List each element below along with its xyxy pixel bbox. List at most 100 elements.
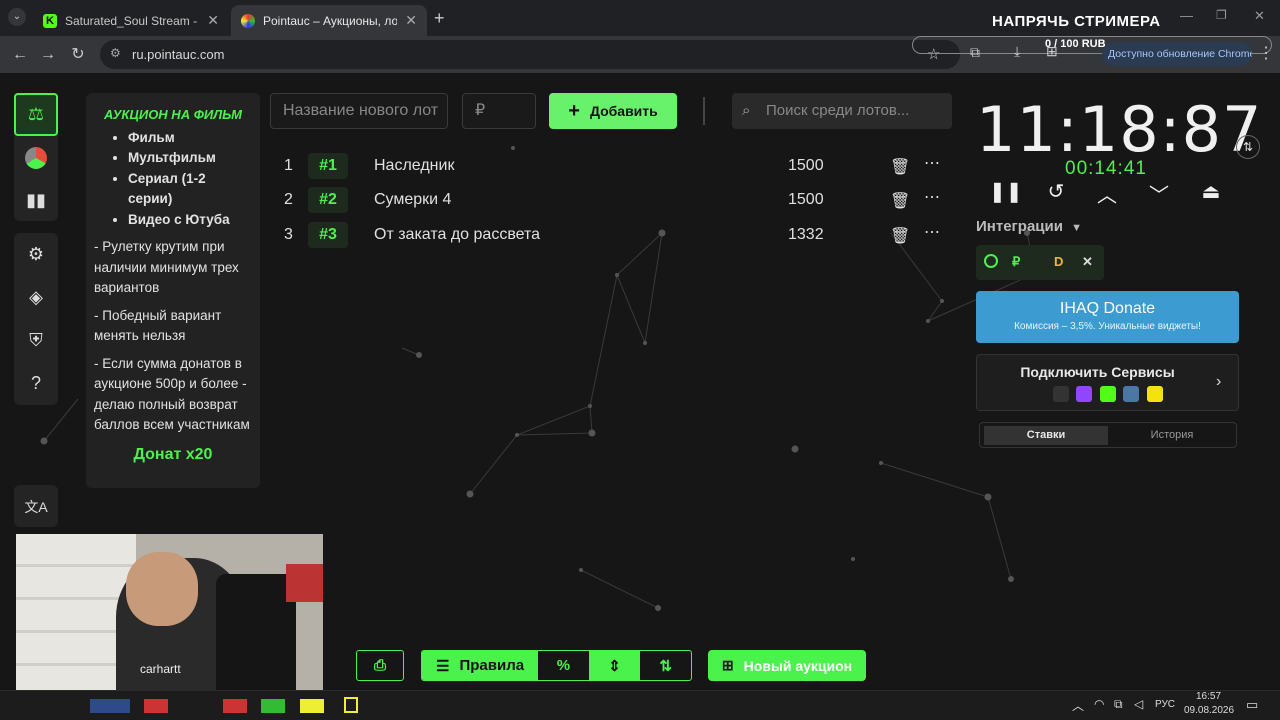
tray-icon[interactable]: ⧉ <box>1114 697 1123 712</box>
layers-icon[interactable]: ◈ <box>14 276 58 319</box>
tab-bids[interactable]: Ставки <box>984 426 1108 445</box>
lot-row[interactable]: 1 #1 Наследник 1500 🗑 ⋯ <box>270 149 950 183</box>
donatepay-icon[interactable]: D <box>1054 254 1063 269</box>
update-chrome-button[interactable]: Доступно обновление Chrome <box>1102 42 1252 66</box>
gear-icon[interactable]: ⚙ <box>14 233 58 276</box>
download-icon[interactable]: ⤓ <box>1014 43 1020 60</box>
webcam-feed: carhartt <box>16 534 323 690</box>
taskbar-app-icon[interactable] <box>222 699 247 713</box>
more-icon[interactable]: ⋯ <box>924 153 940 173</box>
twitch-icon <box>1076 386 1093 402</box>
tab-pointauc[interactable]: Pointauc – Аукционы, лотереи ✕ <box>231 5 427 36</box>
ihaq-donate-subtitle: Комиссия – 3,5%. Уникальные виджеты! <box>1014 321 1201 332</box>
tab-search-button[interactable]: ⌄ <box>8 8 26 26</box>
volume-icon[interactable]: ◁ <box>1134 697 1143 711</box>
omnibox[interactable]: ⚙ ru.pointauc.com ☆ <box>100 40 960 69</box>
help-icon[interactable]: ? <box>14 362 58 405</box>
stats-icon[interactable]: ▮▮ <box>14 179 58 222</box>
donate-multiplier: Донат x20 <box>133 445 213 463</box>
wifi-icon[interactable]: ◠ <box>1094 697 1104 711</box>
tab-close-icon[interactable]: ✕ <box>405 12 417 29</box>
integrations-toggle[interactable]: Интеграции ▼ <box>976 218 1082 235</box>
save-button[interactable]: ⎙ <box>356 650 404 681</box>
trash-icon[interactable]: 🗑 <box>890 191 910 211</box>
tab-history[interactable]: История <box>1110 426 1234 445</box>
ihaq-donate-banner[interactable]: IHAQ Donate Комиссия – 3,5%. Уникальные … <box>976 291 1239 343</box>
back-icon[interactable]: ← <box>8 43 32 67</box>
rules-item: Видео с Ютуба <box>128 210 252 231</box>
language-indicator[interactable]: РУС <box>1155 699 1175 710</box>
more-icon[interactable]: ⋯ <box>924 187 940 207</box>
site-info-icon[interactable]: ⚙ <box>110 46 121 60</box>
service-icons <box>1053 386 1163 407</box>
new-auction-button[interactable]: ⊞ Новый аукцион <box>708 650 866 681</box>
lot-row[interactable]: 3 #3 От заката до рассвета 1332 🗑 ⋯ <box>270 218 950 252</box>
pointauc-service-icon[interactable]: ₽ <box>1012 254 1020 270</box>
restart-icon[interactable]: ↺ <box>1041 179 1071 204</box>
chair <box>216 574 296 690</box>
extensions-icon[interactable]: ⧉ <box>970 44 980 61</box>
auction-toolbar: ☰ Правила % ⇕ ⇅ <box>421 650 692 681</box>
chevron-down-icon[interactable]: ﹀ <box>1144 179 1174 208</box>
rules-button-label: Правила <box>459 657 525 674</box>
clock-date[interactable]: 09.08.2026 <box>1184 705 1234 716</box>
lot-name: Сумерки 4 <box>374 191 452 208</box>
donationalerts-icon <box>1053 386 1069 402</box>
menu-icon[interactable]: ⋮ <box>1258 43 1274 63</box>
reload-icon[interactable]: ↻ <box>66 43 90 67</box>
lot-search-input[interactable]: ⌕ Поиск среди лотов... <box>732 93 952 129</box>
tab-close-icon[interactable]: ✕ <box>207 12 219 29</box>
connect-services-card[interactable]: Подключить Сервисы › <box>976 354 1239 411</box>
lot-amount: 1500 <box>788 191 824 208</box>
clock-time[interactable]: 16:57 <box>1196 691 1221 702</box>
tray-chevron-icon[interactable]: ︿ <box>1072 697 1084 714</box>
radio-icon[interactable] <box>984 254 998 268</box>
sub-timer: 00:14:41 <box>1065 158 1147 179</box>
search-icon: ⌕ <box>742 102 751 119</box>
close-window-button[interactable]: ✕ <box>1254 8 1265 24</box>
tab-stream[interactable]: K Saturated_Soul Stream - Watch ✕ <box>33 5 229 36</box>
rules-text: - Победный вариант менять нельзя <box>94 307 222 344</box>
split-button[interactable]: ⇕ <box>588 651 641 680</box>
taskbar-pinned-icon[interactable] <box>344 697 358 713</box>
chevron-top-icon[interactable]: ⏏ <box>1196 179 1226 204</box>
new-auction-label: Новый аукцион <box>743 657 853 674</box>
chevron-up-icon[interactable]: ︿ <box>1092 179 1122 208</box>
minimize-button[interactable]: — <box>1180 8 1193 23</box>
translate-button[interactable]: 文A <box>14 485 58 527</box>
lot-row[interactable]: 2 #2 Сумерки 4 1500 🗑 ⋯ <box>270 183 950 217</box>
more-icon[interactable]: ⋯ <box>924 222 940 242</box>
overlay-title: НАПРЯЧЬ СТРИМЕРА <box>992 13 1161 30</box>
rules-list: Фильм Мультфильм Сериал (1-2 серии) Виде… <box>128 128 252 231</box>
maximize-button[interactable]: ❐ <box>1216 8 1227 22</box>
pause-icon[interactable]: ❚❚ <box>989 179 1023 204</box>
share-icon[interactable]: ⊞ <box>1046 43 1058 60</box>
wheel-icon[interactable] <box>14 136 58 179</box>
lot-index: 3 <box>284 226 293 243</box>
lot-amount-input[interactable]: ₽ <box>462 93 536 129</box>
lot-tag: #3 <box>308 222 348 248</box>
bids-history-tabs: Ставки История <box>979 422 1237 448</box>
new-tab-button[interactable]: + <box>434 8 445 29</box>
trash-icon[interactable]: 🗑 <box>890 157 910 177</box>
x-icon[interactable]: ✕ <box>1082 254 1093 270</box>
connect-services-title: Подключить Сервисы <box>1020 364 1175 380</box>
notification-icon[interactable]: ▭ <box>1246 697 1258 713</box>
rules-button[interactable]: ☰ Правила <box>422 651 539 680</box>
taskbar-app-icon[interactable] <box>299 699 324 713</box>
add-lot-button[interactable]: + Добавить <box>549 93 677 129</box>
percent-button[interactable]: % <box>538 651 589 680</box>
forward-icon[interactable]: → <box>36 43 60 67</box>
new-auction-icon: ⊞ <box>721 657 734 673</box>
taskbar-app-icon[interactable] <box>144 699 169 713</box>
lot-name-input[interactable]: Название нового лот <box>270 93 448 129</box>
plus-icon: + <box>568 99 580 122</box>
taskbar-app-icon[interactable] <box>90 699 130 713</box>
taskbar-app-icon[interactable] <box>261 699 286 713</box>
sort-button[interactable]: ⇅ <box>640 651 691 680</box>
shield-icon[interactable]: ⛨ <box>14 319 58 362</box>
rules-item: Мультфильм <box>128 148 252 169</box>
swap-button[interactable]: ⇅ <box>1236 135 1260 159</box>
auction-gavel-icon[interactable]: ⚖ <box>14 93 58 136</box>
trash-icon[interactable]: 🗑 <box>890 226 910 246</box>
